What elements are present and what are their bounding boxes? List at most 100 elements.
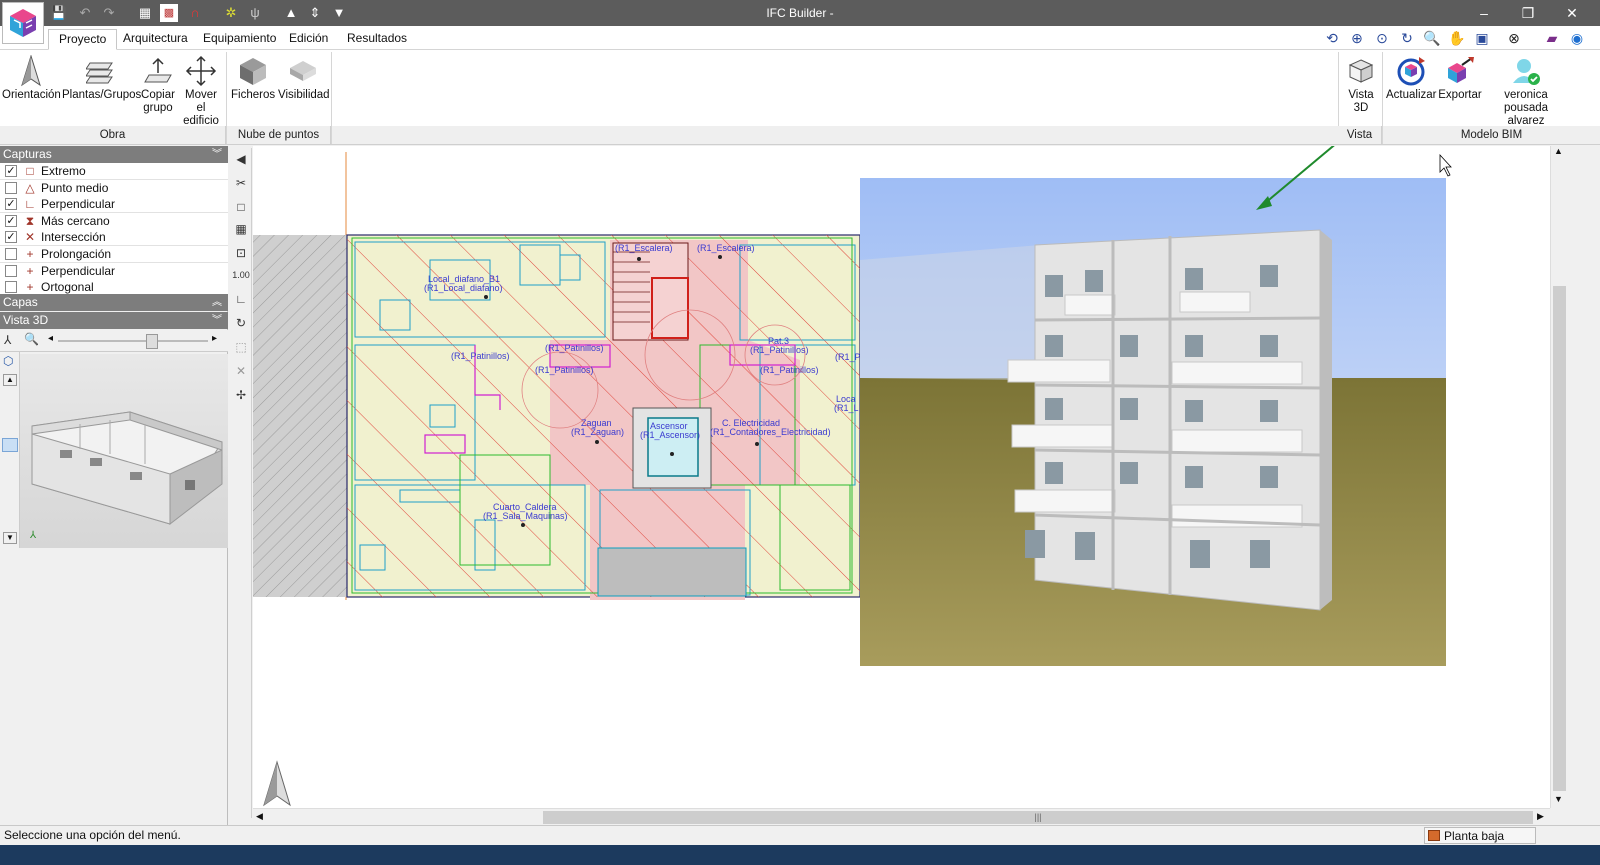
user-account-button[interactable]: veronica pousada alvarez xyxy=(1486,53,1566,128)
horizontal-scrollbar[interactable]: ◀ ||| ▶ xyxy=(253,808,1550,825)
grid-toggle-icon[interactable]: ▩ xyxy=(160,4,178,22)
wand-icon[interactable]: ✲ xyxy=(222,4,240,22)
snap-checkbox[interactable] xyxy=(5,281,17,294)
3d-render-view[interactable] xyxy=(860,178,1446,666)
snap-checkbox[interactable] xyxy=(5,264,17,277)
scroll-up-icon[interactable]: ▲ xyxy=(3,374,17,386)
snap-checkbox[interactable]: ✓ xyxy=(5,231,17,244)
tab-arquitectura[interactable]: Arquitectura xyxy=(113,29,198,50)
ficheros-button[interactable]: Ficheros xyxy=(231,53,275,102)
floor-up-icon[interactable]: ▲ xyxy=(282,4,300,22)
trim-icon[interactable]: ✂ xyxy=(232,174,250,192)
restore-button[interactable]: ❐ xyxy=(1506,0,1550,26)
layers-icon xyxy=(62,53,140,89)
zoom-icon[interactable]: 🔍 xyxy=(24,332,39,346)
rotate-icon[interactable]: ↻ xyxy=(232,314,250,332)
mover-edificio-button[interactable]: Mover el edificio xyxy=(177,53,225,128)
snap-item[interactable]: ✓ ⧗ Más cercano xyxy=(0,212,228,230)
drawing-canvas[interactable]: Local_diafano_B1 (R1_Local_diafano) (R1_… xyxy=(253,146,1550,808)
view-cube-icon[interactable]: ⬡ xyxy=(3,354,13,368)
tab-proyecto[interactable]: Proyecto xyxy=(48,29,118,50)
undo-icon[interactable]: ↶ xyxy=(76,4,94,22)
scroll-down-arrow-icon[interactable]: ▼ xyxy=(1554,794,1563,804)
scroll-right-arrow-icon[interactable]: ▶ xyxy=(1537,811,1544,822)
snap-item[interactable]: + Prolongación xyxy=(0,246,228,263)
vertical-scroll-thumb[interactable] xyxy=(1553,286,1566,791)
floor-jump-icon[interactable]: ⇕ xyxy=(306,4,324,22)
capas-header[interactable]: Capas ︽ xyxy=(0,294,228,311)
collapse-chevron-icon[interactable]: ︾ xyxy=(212,146,222,163)
zoom-previous-icon[interactable]: 🔍 xyxy=(1422,29,1442,47)
tab-equipamiento[interactable]: Equipamiento xyxy=(193,29,286,50)
dxf-import-icon[interactable]: ▦ xyxy=(136,4,154,22)
actualizar-label: Actualizar xyxy=(1386,89,1437,101)
expand-chevron-icon[interactable]: ︽ xyxy=(212,294,222,311)
vista-3d-button[interactable]: Vista 3D xyxy=(1341,53,1381,115)
vista3d-panel-header[interactable]: Vista 3D ︾ xyxy=(0,312,228,329)
capturas-header[interactable]: Capturas ︾ xyxy=(0,146,228,163)
snap-checkbox[interactable] xyxy=(5,248,17,260)
fork-icon[interactable]: ψ xyxy=(246,4,264,22)
3d-preview-viewport[interactable]: ⅄ xyxy=(20,354,228,548)
snap-item[interactable]: + Perpendicular xyxy=(0,262,228,280)
snap-item[interactable]: △ Punto medio xyxy=(0,179,228,197)
exportar-button[interactable]: Exportar xyxy=(1436,53,1484,102)
regen-icon[interactable]: ↻ xyxy=(1397,29,1417,47)
books-icon[interactable]: ▰ xyxy=(1542,29,1562,47)
preview-zoom-track[interactable] xyxy=(58,340,208,342)
scroll-down-icon[interactable]: ▼ xyxy=(3,532,17,544)
visibilidad-label: Visibilidad xyxy=(278,89,330,101)
snap-checkbox[interactable]: ✓ xyxy=(5,214,17,227)
floor-selector[interactable]: Planta baja xyxy=(1424,827,1536,844)
close-button[interactable]: ✕ xyxy=(1550,0,1594,26)
floor-down-icon[interactable]: ▼ xyxy=(330,4,348,22)
collapse-toolbar-icon[interactable]: ◀ xyxy=(232,150,250,168)
scroll-left-arrow-icon[interactable]: ◀ xyxy=(256,811,263,822)
preview-scroll-thumb[interactable] xyxy=(2,438,18,452)
intersection-tool-icon[interactable]: ✕ xyxy=(232,362,250,380)
view-screen-icon[interactable]: ▣ xyxy=(1472,29,1492,47)
floor-plan-drawing[interactable]: Local_diafano_B1 (R1_Local_diafano) (R1_… xyxy=(253,146,1550,808)
zoom-realtime-icon[interactable]: ⟲ xyxy=(1322,29,1342,47)
grid-icon[interactable]: ▦ xyxy=(232,220,250,238)
app-logo-icon[interactable] xyxy=(2,2,44,44)
tab-resultados[interactable]: Resultados xyxy=(337,29,417,50)
select-area-icon[interactable]: ⬚ xyxy=(232,338,250,356)
binoculars-icon[interactable]: ⊗ xyxy=(1504,29,1524,47)
snap-item[interactable]: ✓ ✕ Intersección xyxy=(0,229,228,247)
collapse-chevron-icon[interactable]: ︾ xyxy=(212,312,222,329)
floor-plan-icon xyxy=(1428,830,1440,841)
axis-icon[interactable]: ⅄ xyxy=(4,333,11,347)
slider-left-icon[interactable]: ◂ xyxy=(48,333,53,344)
left-panel: Capturas ︾ ✓ □ Extremo △ Punto medio ✓ ∟ Perpen… xyxy=(0,146,228,842)
snap-checkbox[interactable]: ✓ xyxy=(5,198,17,211)
split-icon[interactable]: ✢ xyxy=(232,386,250,404)
vertical-scrollbar[interactable]: ▲ ▼ xyxy=(1550,146,1567,808)
zoom-window-icon[interactable]: ⊙ xyxy=(1372,29,1392,47)
snap-item[interactable]: ✓ □ Extremo xyxy=(0,163,228,180)
slider-right-icon[interactable]: ▸ xyxy=(212,333,217,344)
scale-icon[interactable]: 1.00 xyxy=(232,266,250,284)
snap-point-icon[interactable]: ⊡ xyxy=(232,244,250,262)
actualizar-button[interactable]: Actualizar xyxy=(1386,53,1437,102)
visibilidad-button[interactable]: Visibilidad xyxy=(278,53,330,102)
rectangle-icon[interactable]: □ xyxy=(232,198,250,216)
horizontal-scroll-thumb[interactable]: ||| xyxy=(543,811,1533,824)
globe-icon[interactable]: ◉ xyxy=(1567,29,1587,47)
plantas-grupos-button[interactable]: Plantas/Grupos xyxy=(62,53,141,102)
angle-icon[interactable]: ∟ xyxy=(232,290,250,308)
tab-edicion[interactable]: Edición xyxy=(279,29,338,50)
magnet-icon[interactable]: ∩ xyxy=(186,4,204,22)
snap-item[interactable]: ✓ ∟ Perpendicular xyxy=(0,196,228,214)
pan-hand-icon[interactable]: ✋ xyxy=(1447,29,1467,47)
save-icon[interactable]: 💾 xyxy=(50,4,68,22)
minimize-button[interactable]: – xyxy=(1462,0,1506,26)
copiar-grupo-button[interactable]: Copiar grupo xyxy=(141,53,175,115)
snap-checkbox[interactable] xyxy=(5,181,17,194)
scroll-up-arrow-icon[interactable]: ▲ xyxy=(1554,146,1563,156)
orientacion-button[interactable]: Orientación xyxy=(2,53,61,102)
snap-checkbox[interactable]: ✓ xyxy=(5,165,17,177)
redo-icon[interactable]: ↷ xyxy=(100,4,118,22)
zoom-all-icon[interactable]: ⊕ xyxy=(1347,29,1367,47)
preview-zoom-thumb[interactable] xyxy=(146,334,158,349)
